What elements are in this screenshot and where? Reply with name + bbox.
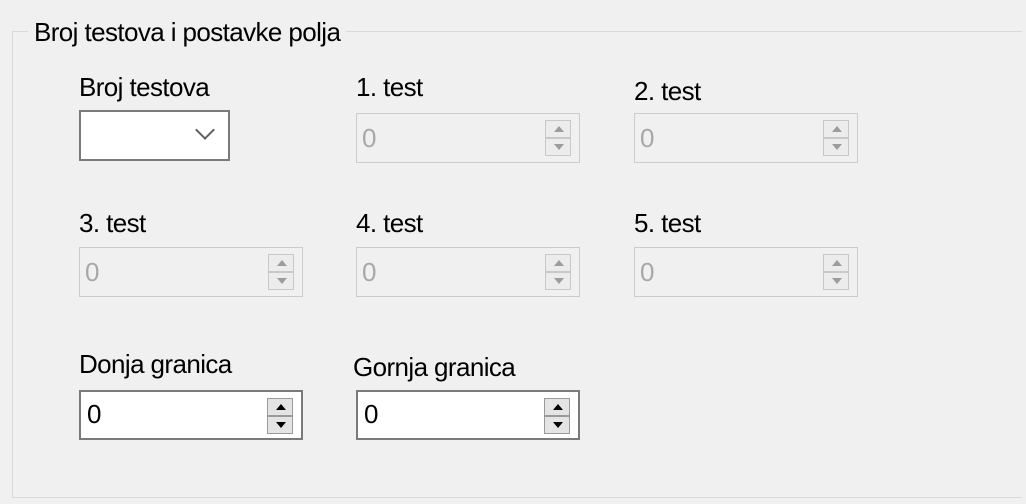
lower-bound-label: Donja granica (79, 349, 232, 379)
arrow-up-icon (277, 260, 287, 266)
arrow-down-icon (277, 278, 287, 284)
upper-bound-value[interactable]: 0 (364, 399, 378, 429)
test-3-increment-button[interactable] (268, 254, 294, 272)
test-1-decrement-button[interactable] (545, 138, 571, 156)
test-1-label: 1. test (356, 72, 423, 102)
arrow-down-icon (553, 422, 563, 428)
lower-bound-value[interactable]: 0 (87, 399, 101, 429)
arrow-down-icon (832, 278, 842, 284)
test-4-stepper[interactable]: 0 (356, 247, 580, 297)
lower-bound-stepper[interactable]: 0 (79, 390, 303, 440)
test-5-increment-button[interactable] (823, 254, 849, 272)
test-3-decrement-button[interactable] (268, 272, 294, 290)
upper-bound-label: Gornja granica (353, 352, 516, 382)
upper-bound-decrement-button[interactable] (544, 416, 570, 434)
upper-bound-increment-button[interactable] (544, 398, 570, 416)
test-2-value: 0 (640, 123, 655, 153)
test-5-value: 0 (640, 257, 655, 287)
arrow-down-icon (276, 422, 286, 428)
test-4-value: 0 (362, 257, 377, 287)
chevron-down-icon (195, 120, 215, 140)
arrow-down-icon (554, 278, 564, 284)
test-4-label: 4. test (356, 208, 423, 238)
test-1-value: 0 (362, 123, 377, 153)
test-2-stepper[interactable]: 0 (634, 113, 858, 163)
arrow-down-icon (832, 144, 842, 150)
arrow-down-icon (554, 144, 564, 150)
test-1-stepper[interactable]: 0 (356, 113, 580, 163)
test-count-label: Broj testova (79, 72, 210, 102)
arrow-up-icon (832, 126, 842, 132)
lower-bound-decrement-button[interactable] (267, 416, 293, 434)
test-3-label: 3. test (79, 208, 146, 238)
test-2-label: 2. test (634, 76, 701, 106)
arrow-up-icon (276, 404, 286, 410)
test-5-decrement-button[interactable] (823, 272, 849, 290)
test-2-decrement-button[interactable] (823, 138, 849, 156)
arrow-up-icon (832, 260, 842, 266)
test-3-value: 0 (85, 257, 100, 287)
group-title: Broj testova i postavke polja (28, 17, 347, 47)
arrow-up-icon (554, 260, 564, 266)
test-2-increment-button[interactable] (823, 120, 849, 138)
lower-bound-increment-button[interactable] (267, 398, 293, 416)
test-3-stepper[interactable]: 0 (79, 247, 303, 297)
test-4-decrement-button[interactable] (545, 272, 571, 290)
upper-bound-stepper[interactable]: 0 (356, 390, 580, 440)
test-5-label: 5. test (634, 208, 701, 238)
test-1-increment-button[interactable] (545, 120, 571, 138)
test-4-increment-button[interactable] (545, 254, 571, 272)
test-count-dropdown[interactable] (79, 110, 230, 161)
arrow-up-icon (553, 404, 563, 410)
test-5-stepper[interactable]: 0 (634, 247, 858, 297)
arrow-up-icon (554, 126, 564, 132)
